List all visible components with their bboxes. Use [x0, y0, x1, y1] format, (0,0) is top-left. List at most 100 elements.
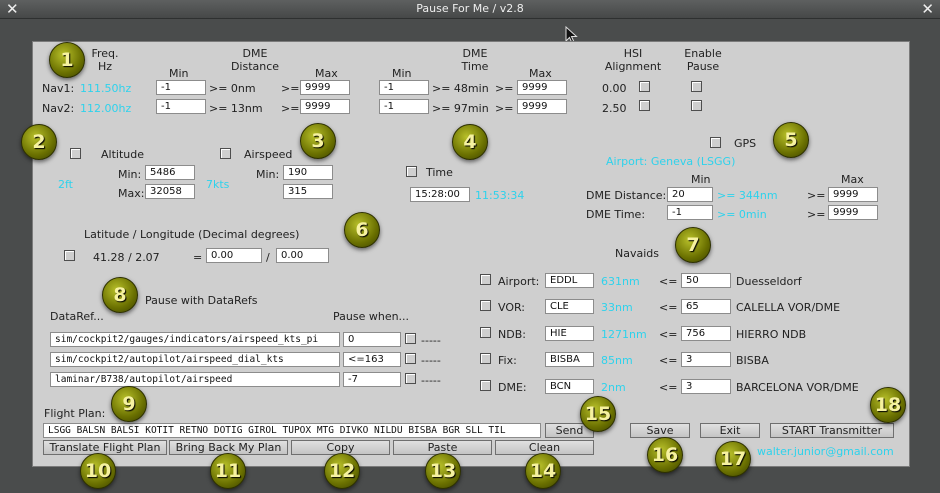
navaid-checkbox[interactable] — [480, 274, 491, 285]
gps-dist-ge: >= — [807, 189, 826, 202]
nav2-enable-checkbox[interactable] — [691, 100, 702, 111]
nav1-time-max-input[interactable]: 9999 — [517, 80, 567, 95]
navaid-max-input[interactable]: 3 — [681, 352, 731, 367]
dme-distance-header: DME Distance — [230, 47, 280, 73]
airspeed-min-label: Min: — [256, 168, 280, 181]
navaid-le: <= — [659, 275, 678, 288]
exit-button[interactable]: Exit — [700, 423, 760, 438]
annotation-badge-3: 3 — [300, 123, 336, 159]
navaid-max-input[interactable]: 50 — [681, 273, 731, 288]
navaid-id-input[interactable]: EDDL — [545, 273, 594, 288]
dataref-checkbox[interactable] — [405, 373, 416, 384]
nav2-hsi-checkbox[interactable] — [639, 100, 650, 111]
dataref-input[interactable]: sim/cockpit2/gauges/indicators/airspeed_… — [50, 332, 340, 347]
navaid-checkbox[interactable] — [480, 300, 491, 311]
navaid-checkbox[interactable] — [480, 353, 491, 364]
badge-number: 2 — [32, 131, 46, 153]
nav2-time-max-input[interactable]: 9999 — [517, 99, 567, 114]
pause-when-input[interactable]: 0 — [343, 332, 401, 347]
badge-number: 18 — [874, 394, 902, 416]
gps-checkbox[interactable] — [710, 137, 721, 148]
nav2-time-current: >= 97min — [432, 102, 489, 115]
airspeed-max-input[interactable]: 315 — [283, 184, 333, 199]
navaid-checkbox[interactable] — [480, 327, 491, 338]
latlon-current: 41.28 / 2.07 — [93, 251, 160, 264]
window-title: Pause For Me / v2.8 — [416, 2, 524, 15]
nav1-hsi-value: 0.00 — [602, 82, 627, 95]
datarefs-header: Pause with DataRefs — [145, 294, 258, 307]
pause-when-input[interactable]: <=163 — [343, 352, 401, 367]
pause-when-input[interactable]: -7 — [343, 372, 401, 387]
nav1-enable-checkbox[interactable] — [691, 81, 702, 92]
annotation-badge-10: 10 — [80, 453, 116, 489]
annotation-badge-12: 12 — [324, 453, 360, 489]
badge-number: 12 — [328, 460, 356, 482]
navaid-le: <= — [659, 354, 678, 367]
altitude-max-input[interactable]: 32058 — [145, 184, 195, 199]
annotation-badge-4: 4 — [452, 124, 488, 160]
navaid-max-input[interactable]: 65 — [681, 299, 731, 314]
latitude-input[interactable]: 0.00 — [206, 248, 262, 263]
dataref-checkbox[interactable] — [405, 353, 416, 364]
badge-number: 13 — [429, 460, 457, 482]
navaid-id-input[interactable]: CLE — [545, 299, 594, 314]
gps-time-max-input[interactable]: 9999 — [828, 205, 878, 220]
altitude-checkbox[interactable] — [70, 148, 81, 159]
close-icon-right[interactable]: ✕ — [921, 0, 934, 18]
dataref-status: ----- — [421, 374, 441, 387]
gps-dist-max-input[interactable]: 9999 — [828, 187, 878, 202]
navaid-id-input[interactable]: HIE — [545, 326, 594, 341]
nav2-time-min-input[interactable]: -1 — [379, 99, 429, 114]
navaid-type: VOR: — [498, 301, 526, 314]
airspeed-checkbox[interactable] — [220, 148, 231, 159]
flight-plan-input[interactable]: LSGG BALSN BALSI KOTIT RETNO DOTIG GIROL… — [43, 423, 541, 438]
nav2-time-ge: >= — [495, 102, 514, 115]
freq-header: Freq. Hz — [91, 47, 119, 73]
altitude-max-label: Max: — [118, 187, 145, 200]
navaid-name: HIERRO NDB — [736, 328, 807, 341]
altitude-min-input[interactable]: 5486 — [145, 165, 195, 180]
annotation-badge-15: 15 — [580, 396, 616, 432]
airspeed-current: 7kts — [206, 178, 230, 191]
gps-dist-min-input[interactable]: 20 — [667, 187, 713, 202]
navaid-name: CALELLA VOR/DME — [736, 301, 841, 314]
translate-flight-plan-button[interactable]: Translate Flight Plan — [43, 440, 167, 455]
nav2-dist-min-input[interactable]: -1 — [156, 99, 206, 114]
time-label: Time — [426, 166, 453, 179]
window-titlebar: ✕ Pause For Me / v2.8 ✕ — [0, 0, 940, 19]
navaid-checkbox[interactable] — [480, 380, 491, 391]
airspeed-min-input[interactable]: 190 — [283, 165, 333, 180]
navaid-id-input[interactable]: BISBA — [545, 352, 594, 367]
navaid-max-input[interactable]: 756 — [681, 326, 731, 341]
annotation-badge-14: 14 — [525, 453, 561, 489]
dataref-input[interactable]: sim/cockpit2/autopilot/airspeed_dial_kts — [50, 352, 340, 367]
navaid-id-input[interactable]: BCN — [545, 379, 594, 394]
save-button[interactable]: Save — [630, 423, 690, 438]
nav2-dist-current: >= 13nm — [209, 102, 263, 115]
dist-min-header: Min — [169, 67, 189, 80]
gps-time-min-input[interactable]: -1 — [667, 205, 713, 220]
nav1-dist-max-input[interactable]: 9999 — [300, 80, 350, 95]
author-email: walter.junior@gmail.com — [757, 445, 894, 458]
navaid-type: NDB: — [498, 328, 526, 341]
navaid-distance: 1271nm — [601, 328, 647, 341]
time-checkbox[interactable] — [406, 166, 417, 177]
longitude-input[interactable]: 0.00 — [276, 248, 329, 263]
altitude-current: 2ft — [58, 178, 73, 191]
nav1-time-min-input[interactable]: -1 — [379, 80, 429, 95]
badge-number: 10 — [84, 460, 112, 482]
navaid-name: Duesseldorf — [736, 275, 802, 288]
navaid-le: <= — [659, 381, 678, 394]
badge-number: 4 — [463, 131, 477, 153]
navaid-max-input[interactable]: 3 — [681, 379, 731, 394]
latlon-checkbox[interactable] — [64, 250, 75, 261]
gps-time-ge: >= — [807, 208, 826, 221]
nav1-hsi-checkbox[interactable] — [639, 81, 650, 92]
start-transmitter-button[interactable]: START Transmitter — [770, 423, 894, 438]
nav1-dist-min-input[interactable]: -1 — [156, 80, 206, 95]
dataref-input[interactable]: laminar/B738/autopilot/airspeed — [50, 372, 340, 387]
badge-number: 16 — [651, 444, 679, 466]
nav2-dist-max-input[interactable]: 9999 — [300, 99, 350, 114]
dataref-checkbox[interactable] — [405, 333, 416, 344]
time-input[interactable]: 15:28:00 — [410, 187, 470, 202]
